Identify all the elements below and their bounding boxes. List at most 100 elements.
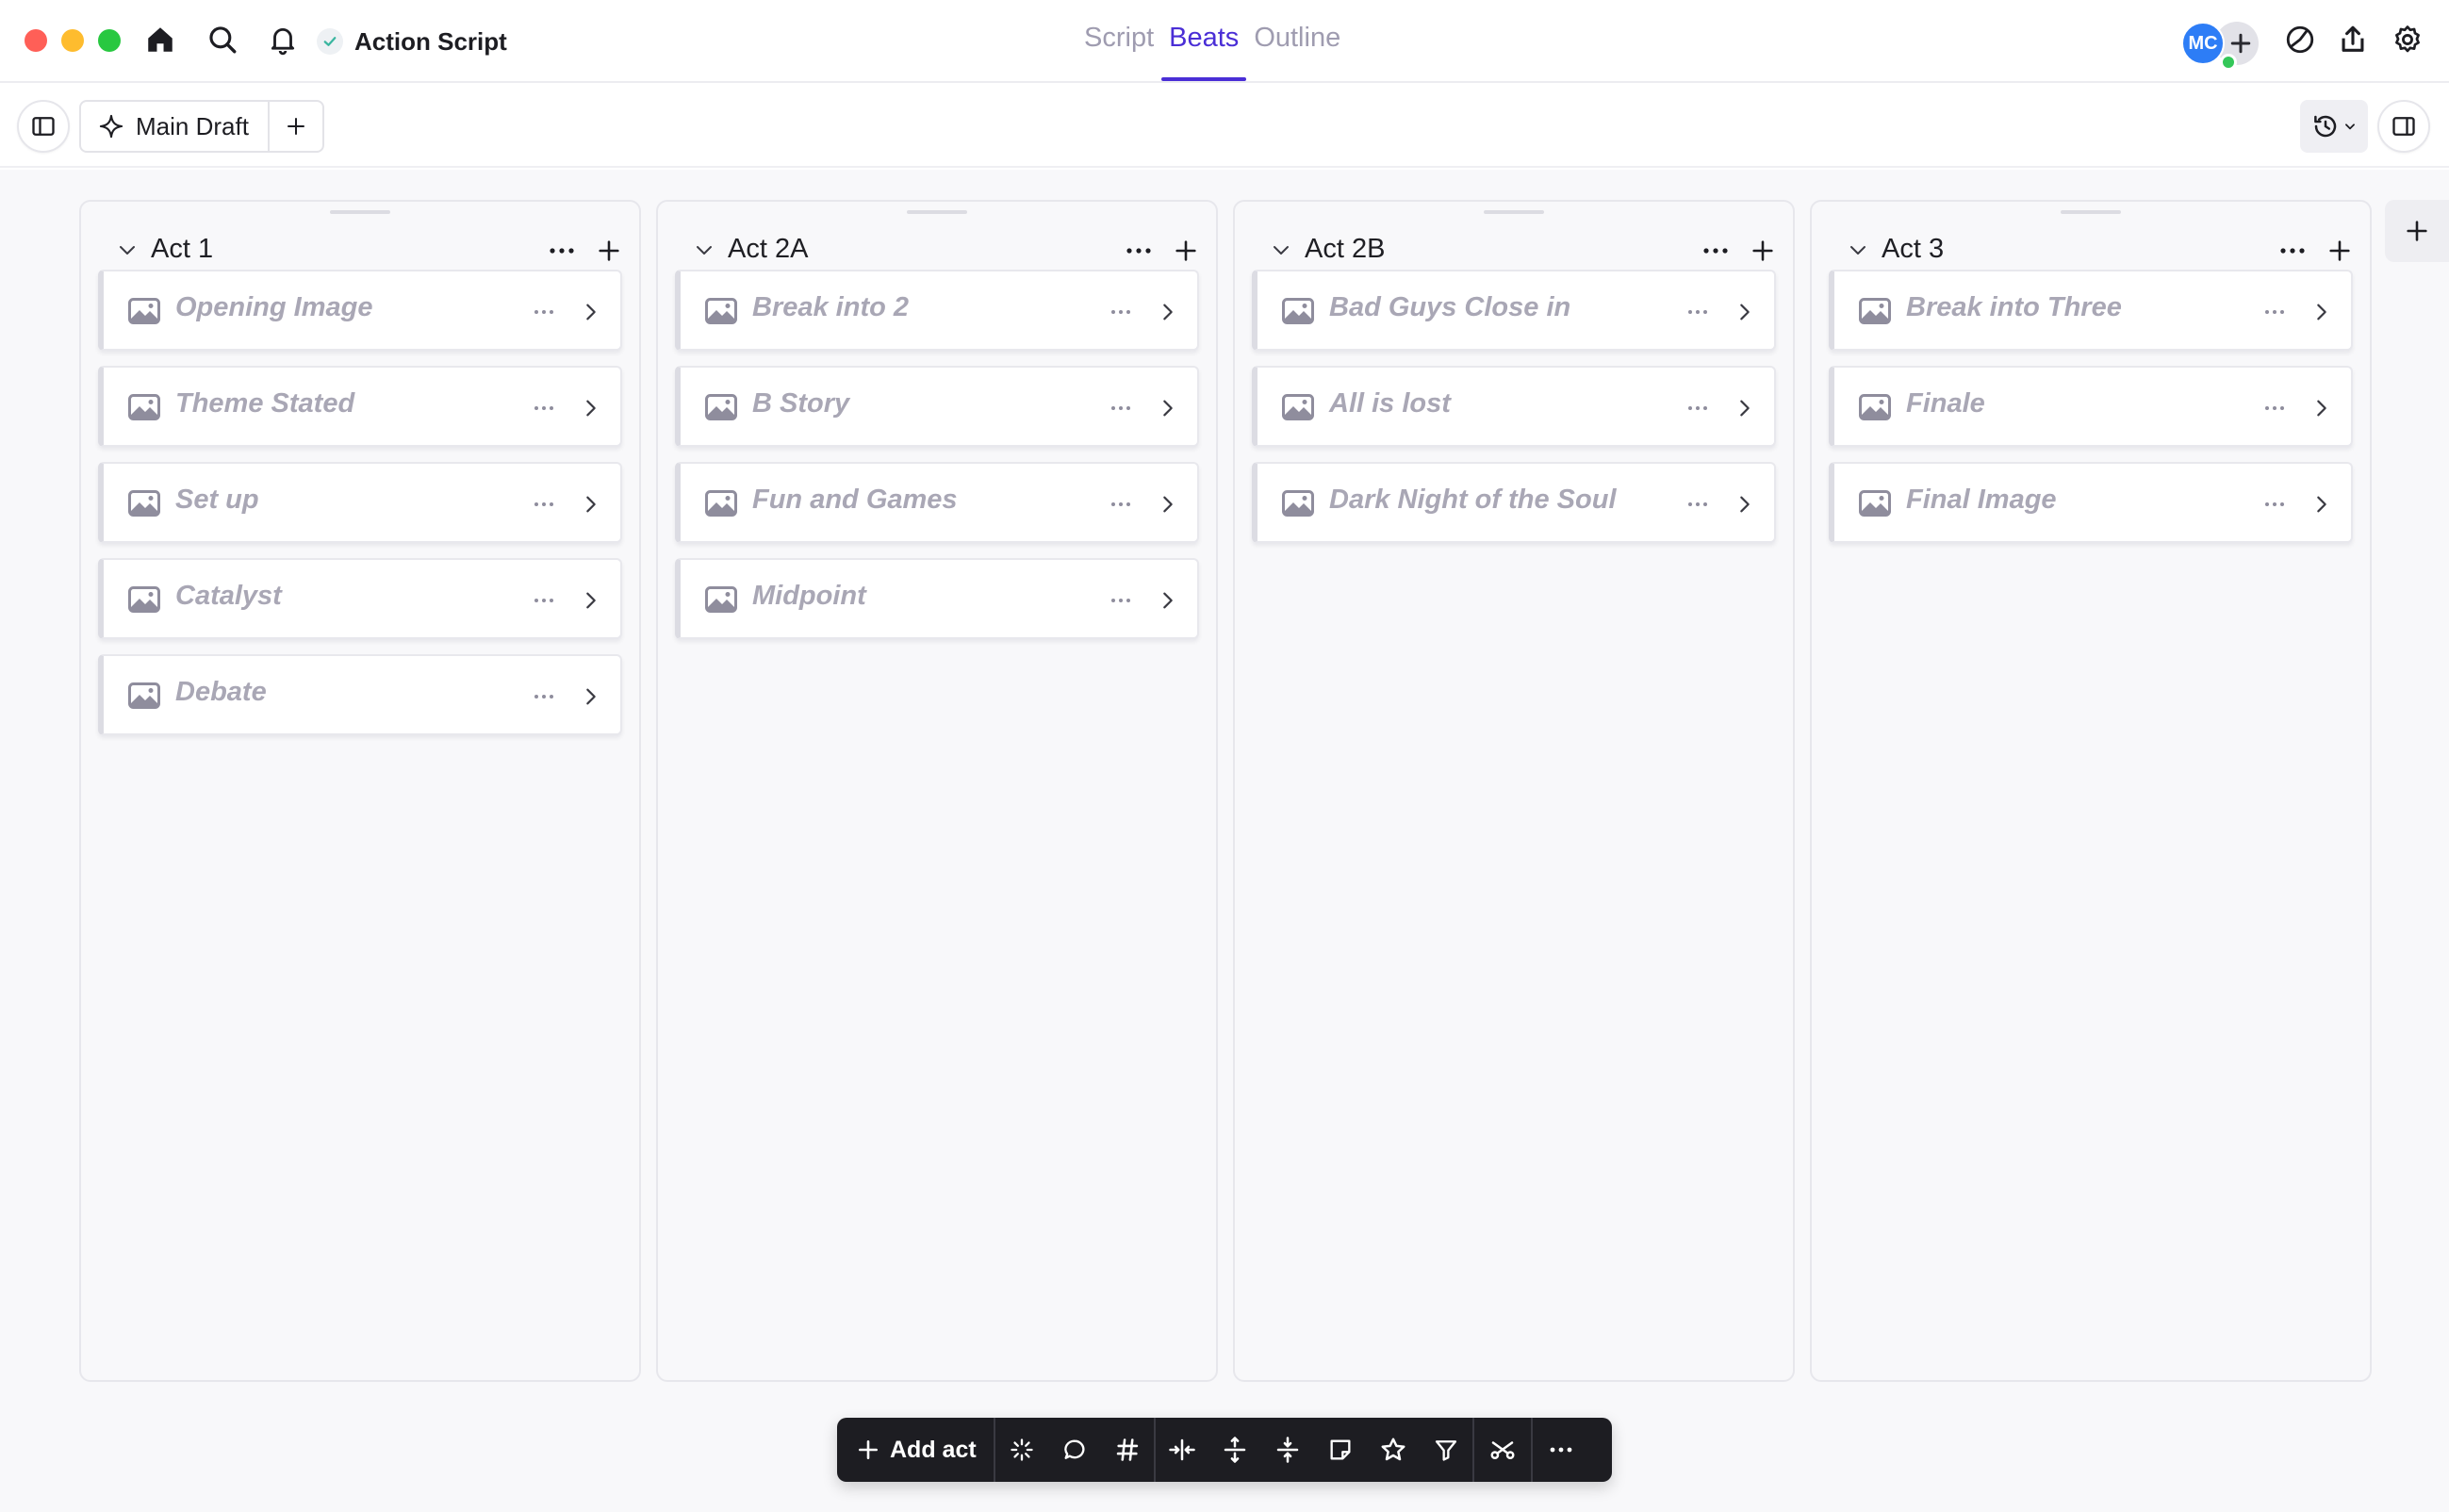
beat-more-button[interactable] — [530, 490, 558, 518]
document-title[interactable]: Action Script — [317, 23, 507, 60]
chevron-right-icon[interactable] — [1150, 390, 1186, 426]
beat-card[interactable]: Midpoint — [675, 558, 1199, 639]
chevron-right-icon[interactable] — [1727, 294, 1763, 330]
beat-more-button[interactable] — [530, 394, 558, 422]
add-act-button[interactable]: Add act — [837, 1418, 994, 1482]
act-more-button[interactable] — [545, 234, 579, 268]
beat-more-button[interactable] — [1684, 298, 1712, 326]
tab-outline[interactable]: Outline — [1254, 0, 1340, 83]
beat-more-button[interactable] — [530, 586, 558, 615]
act-title[interactable]: Act 1 — [151, 234, 213, 265]
chevron-right-icon[interactable] — [1150, 294, 1186, 330]
star-icon[interactable] — [1367, 1418, 1420, 1482]
beat-more-button[interactable] — [1107, 394, 1135, 422]
act-more-button[interactable] — [2276, 234, 2309, 268]
column-drag-handle[interactable] — [330, 210, 390, 214]
expand-vertical-icon[interactable] — [1208, 1418, 1261, 1482]
share-icon[interactable] — [2334, 21, 2372, 58]
beat-more-button[interactable] — [1684, 394, 1712, 422]
beat-card[interactable]: Debate — [98, 654, 622, 735]
column-drag-handle[interactable] — [1484, 210, 1544, 214]
beat-more-button[interactable] — [2260, 298, 2289, 326]
add-act-column-button[interactable] — [2385, 200, 2449, 262]
chevron-right-icon[interactable] — [2304, 294, 2340, 330]
beat-more-button[interactable] — [1107, 586, 1135, 615]
beat-card[interactable]: Catalyst — [98, 558, 622, 639]
beat-more-button[interactable] — [1684, 490, 1712, 518]
stats-icon[interactable] — [2281, 21, 2319, 58]
gear-icon[interactable] — [2389, 21, 2426, 58]
comment-icon[interactable] — [1048, 1418, 1101, 1482]
collapse-horizontal-icon[interactable] — [1156, 1418, 1208, 1482]
window-zoom-button[interactable] — [98, 29, 121, 52]
bell-icon[interactable] — [264, 21, 302, 58]
beat-card[interactable]: Fun and Games — [675, 462, 1199, 543]
beat-more-button[interactable] — [2260, 490, 2289, 518]
chevron-right-icon[interactable] — [573, 390, 609, 426]
beat-card[interactable]: Final Image — [1829, 462, 2353, 543]
more-icon[interactable] — [1533, 1418, 1589, 1482]
beat-card[interactable]: Dark Night of the Soul — [1252, 462, 1776, 543]
avatar[interactable]: MC — [2181, 22, 2225, 65]
beat-card[interactable]: Set up — [98, 462, 622, 543]
act-more-button[interactable] — [1699, 234, 1733, 268]
chevron-right-icon[interactable] — [1727, 390, 1763, 426]
beat-card[interactable]: Break into 2 — [675, 270, 1199, 351]
chevron-down-icon[interactable] — [690, 236, 718, 264]
chevron-right-icon[interactable] — [573, 583, 609, 618]
beat-card[interactable]: Finale — [1829, 366, 2353, 447]
chevron-down-icon[interactable] — [1267, 236, 1295, 264]
draft-tab-main[interactable]: Main Draft — [81, 102, 270, 151]
toggle-left-sidebar-button[interactable] — [17, 100, 70, 153]
collapse-vertical-icon[interactable] — [1261, 1418, 1314, 1482]
beat-card[interactable]: B Story — [675, 366, 1199, 447]
column-drag-handle[interactable] — [2061, 210, 2121, 214]
chevron-right-icon[interactable] — [573, 486, 609, 522]
chevron-right-icon[interactable] — [2304, 390, 2340, 426]
chevron-down-icon[interactable] — [113, 236, 141, 264]
beat-more-button[interactable] — [530, 682, 558, 711]
beat-more-button[interactable] — [530, 298, 558, 326]
history-icon — [2314, 115, 2337, 138]
beat-card[interactable]: Bad Guys Close in — [1252, 270, 1776, 351]
act-title[interactable]: Act 2B — [1305, 234, 1385, 265]
note-icon[interactable] — [1314, 1418, 1367, 1482]
version-history-button[interactable] — [2300, 100, 2368, 153]
sparkle-icon[interactable] — [995, 1418, 1048, 1482]
cut-icon[interactable] — [1474, 1418, 1531, 1482]
act-title[interactable]: Act 3 — [1882, 234, 1944, 265]
chevron-down-icon[interactable] — [1844, 236, 1872, 264]
beat-card[interactable]: Break into Three — [1829, 270, 2353, 351]
hashtag-icon[interactable] — [1101, 1418, 1154, 1482]
add-beat-button[interactable] — [1169, 234, 1203, 268]
filter-icon[interactable] — [1420, 1418, 1472, 1482]
add-beat-button[interactable] — [1746, 234, 1780, 268]
home-icon[interactable] — [141, 21, 179, 58]
chevron-right-icon[interactable] — [1150, 583, 1186, 618]
add-beat-button[interactable] — [592, 234, 626, 268]
chevron-right-icon[interactable] — [573, 294, 609, 330]
add-beat-button[interactable] — [2323, 234, 2357, 268]
beat-board: Act 1 Opening Image Theme Stated Set up … — [0, 170, 2449, 1512]
window-close-button[interactable] — [25, 29, 47, 52]
beat-card[interactable]: Opening Image — [98, 270, 622, 351]
chevron-right-icon[interactable] — [573, 679, 609, 715]
beat-more-button[interactable] — [2260, 394, 2289, 422]
chevron-right-icon[interactable] — [1150, 486, 1186, 522]
tab-script[interactable]: Script — [1084, 0, 1154, 83]
add-draft-button[interactable] — [270, 102, 322, 151]
beat-card[interactable]: Theme Stated — [98, 366, 622, 447]
act-more-button[interactable] — [1122, 234, 1156, 268]
search-icon[interactable] — [204, 21, 241, 58]
column-drag-handle[interactable] — [907, 210, 967, 214]
chevron-right-icon[interactable] — [1727, 486, 1763, 522]
beat-card[interactable]: All is lost — [1252, 366, 1776, 447]
toggle-right-panel-button[interactable] — [2377, 100, 2430, 153]
beat-more-button[interactable] — [1107, 298, 1135, 326]
image-icon — [705, 298, 737, 324]
tab-beats[interactable]: Beats — [1161, 0, 1247, 83]
window-minimize-button[interactable] — [61, 29, 84, 52]
beat-more-button[interactable] — [1107, 490, 1135, 518]
act-title[interactable]: Act 2A — [728, 234, 808, 265]
chevron-right-icon[interactable] — [2304, 486, 2340, 522]
